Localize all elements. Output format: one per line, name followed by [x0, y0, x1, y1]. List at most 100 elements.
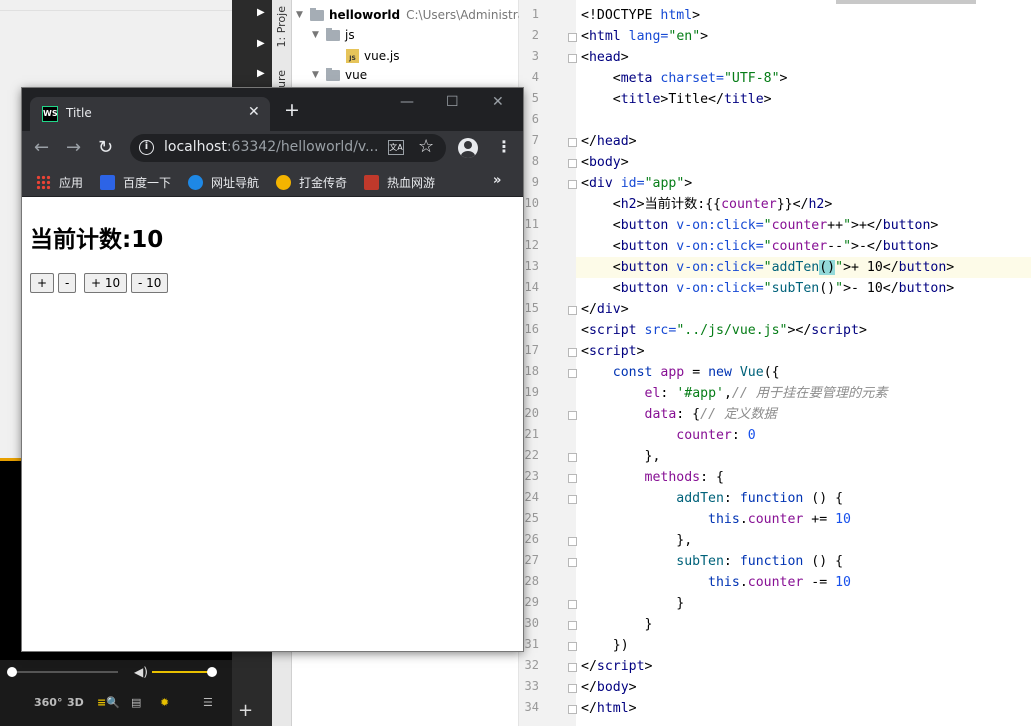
tab-strip: WS Title ✕ + — ☐ ✕ — [22, 88, 523, 131]
increment-button[interactable]: + — [30, 273, 55, 293]
menu-icon[interactable]: ⋮ — [496, 137, 512, 156]
line-number: 4 — [531, 70, 539, 84]
more-bookmarks-icon[interactable]: » — [493, 173, 501, 188]
tree-item-vuejs[interactable]: JS vue.js — [346, 46, 400, 66]
vr360-button[interactable]: 360° — [34, 696, 62, 709]
minimize-icon[interactable]: — — [400, 94, 414, 110]
fold-marker-icon[interactable] — [568, 411, 577, 420]
line-number: 2 — [531, 28, 539, 42]
fold-marker-icon[interactable] — [568, 453, 577, 462]
bookmark-games[interactable]: 热血网游 — [364, 167, 435, 197]
code-line: <head> — [581, 50, 629, 65]
address-bar[interactable]: i localhost:63342/helloworld/v... 文A ☆ — [130, 134, 446, 162]
counter-heading: 当前计数:10 — [30, 227, 164, 253]
account-icon[interactable] — [458, 138, 478, 158]
project-name: helloworld — [329, 8, 401, 22]
code-line: this.counter -= 10 — [708, 575, 851, 590]
fold-marker-icon[interactable] — [568, 474, 577, 483]
code-line: }, — [581, 449, 661, 464]
code-line: <h2>当前计数:{{counter}}</h2> — [581, 197, 833, 212]
code-line: <button v-on:click="subTen()">- 10</butt… — [581, 281, 955, 296]
fold-marker-icon[interactable] — [568, 348, 577, 357]
code-line: <body> — [581, 155, 629, 170]
star-icon[interactable]: ☆ — [418, 136, 434, 157]
fold-marker-icon[interactable] — [568, 495, 577, 504]
bookmark-label: 热血网游 — [387, 175, 436, 190]
fold-marker-icon[interactable] — [568, 306, 577, 315]
translate-icon[interactable]: 文A — [388, 140, 404, 155]
collapse-arrow-icon[interactable]: ▼ — [296, 10, 310, 20]
expand-arrow-icon[interactable]: ▶ — [257, 7, 265, 18]
seek-bar[interactable] — [10, 671, 118, 673]
code-line: addTen: function () { — [676, 491, 844, 506]
expand-arrow-icon[interactable]: ▶ — [257, 68, 265, 79]
fold-marker-icon[interactable] — [568, 33, 577, 42]
ie-browser-icon — [188, 174, 203, 190]
editor-scrollbar[interactable] — [836, 0, 976, 4]
expand-arrow-icon[interactable]: ▶ — [257, 38, 265, 49]
tree-item-helloworld[interactable]: ▼ helloworld C:\Users\Administrato — [296, 5, 537, 25]
project-path: C:\Users\Administrato — [406, 8, 538, 22]
project-tab[interactable]: 1: Proje — [275, 6, 288, 47]
tree-item-vue[interactable]: ▼ vue — [312, 65, 367, 85]
tab-close-icon[interactable]: ✕ — [248, 104, 260, 120]
3d-button[interactable]: 3D — [67, 696, 84, 709]
code-line: </body> — [581, 680, 637, 695]
playlist-search-icon[interactable]: ≡🔍 — [97, 696, 120, 709]
fold-marker-icon[interactable] — [568, 369, 577, 378]
add-ten-button[interactable]: + 10 — [84, 273, 128, 293]
forward-arrow-icon[interactable]: → — [66, 137, 81, 158]
fold-marker-icon[interactable] — [568, 684, 577, 693]
fold-marker-icon[interactable] — [568, 54, 577, 63]
bookmark-apps[interactable]: 应用 — [36, 167, 83, 197]
list-menu-icon[interactable]: ☰ — [203, 696, 213, 709]
new-tab-plus-icon[interactable]: + — [284, 101, 300, 120]
line-number: 33 — [524, 679, 539, 693]
collapse-arrow-icon[interactable]: ▼ — [312, 30, 326, 40]
maximize-icon[interactable]: ☐ — [446, 94, 459, 110]
code-line: <script> — [581, 344, 645, 359]
fold-marker-icon[interactable] — [568, 600, 577, 609]
folder-label: vue — [345, 68, 368, 82]
back-arrow-icon[interactable]: ← — [34, 137, 49, 158]
bookmark-nav[interactable]: 网址导航 — [188, 167, 259, 197]
seek-handle[interactable] — [7, 667, 17, 677]
add-icon[interactable]: + — [238, 700, 253, 721]
fold-marker-icon[interactable] — [568, 642, 577, 651]
fold-marker-icon[interactable] — [568, 138, 577, 147]
code-line-current: <button v-on:click="addTen()">+ 10</butt… — [576, 257, 1031, 278]
url-text[interactable]: localhost:63342/helloworld/v... — [164, 139, 378, 155]
fold-marker-icon[interactable] — [568, 537, 577, 546]
tree-item-js[interactable]: ▼ js — [312, 25, 355, 45]
fold-marker-icon[interactable] — [568, 663, 577, 672]
collapse-arrow-icon[interactable]: ▼ — [312, 70, 326, 80]
line-number: 1 — [531, 7, 539, 21]
browser-tab[interactable]: WS Title ✕ — [30, 97, 270, 131]
close-window-icon[interactable]: ✕ — [492, 94, 504, 110]
notes-icon[interactable]: ▤ — [131, 696, 141, 709]
structure-tab[interactable]: ure — [275, 70, 288, 88]
code-line: counter: 0 — [676, 428, 756, 443]
fold-marker-icon[interactable] — [568, 558, 577, 567]
bookmark-baidu[interactable]: 百度一下 — [100, 167, 171, 197]
decrement-button[interactable]: - — [58, 273, 77, 293]
code-line: <title>Title</title> — [581, 92, 772, 107]
volume-handle[interactable] — [207, 667, 217, 677]
code-line: }, — [581, 533, 693, 548]
bookmark-gold[interactable]: 打金传奇 — [276, 167, 347, 197]
info-icon[interactable]: i — [139, 140, 154, 155]
bookmark-label: 应用 — [59, 175, 84, 190]
folder-label: js — [345, 28, 355, 42]
code-line: data: {// 定义数据 — [644, 407, 777, 422]
fold-marker-icon[interactable] — [568, 180, 577, 189]
fold-marker-icon[interactable] — [568, 621, 577, 630]
code-line: <button v-on:click="counter--">-</button… — [581, 239, 939, 254]
fold-marker-icon[interactable] — [568, 705, 577, 714]
reload-icon[interactable]: ↻ — [98, 137, 113, 158]
fold-marker-icon[interactable] — [568, 159, 577, 168]
settings-gear-icon[interactable]: ✹ — [160, 696, 169, 709]
subtract-ten-button[interactable]: - 10 — [131, 273, 169, 293]
webstorm-favicon-icon: WS — [42, 106, 58, 122]
volume-bar[interactable] — [152, 671, 212, 673]
volume-icon[interactable]: ◀) — [134, 665, 148, 679]
